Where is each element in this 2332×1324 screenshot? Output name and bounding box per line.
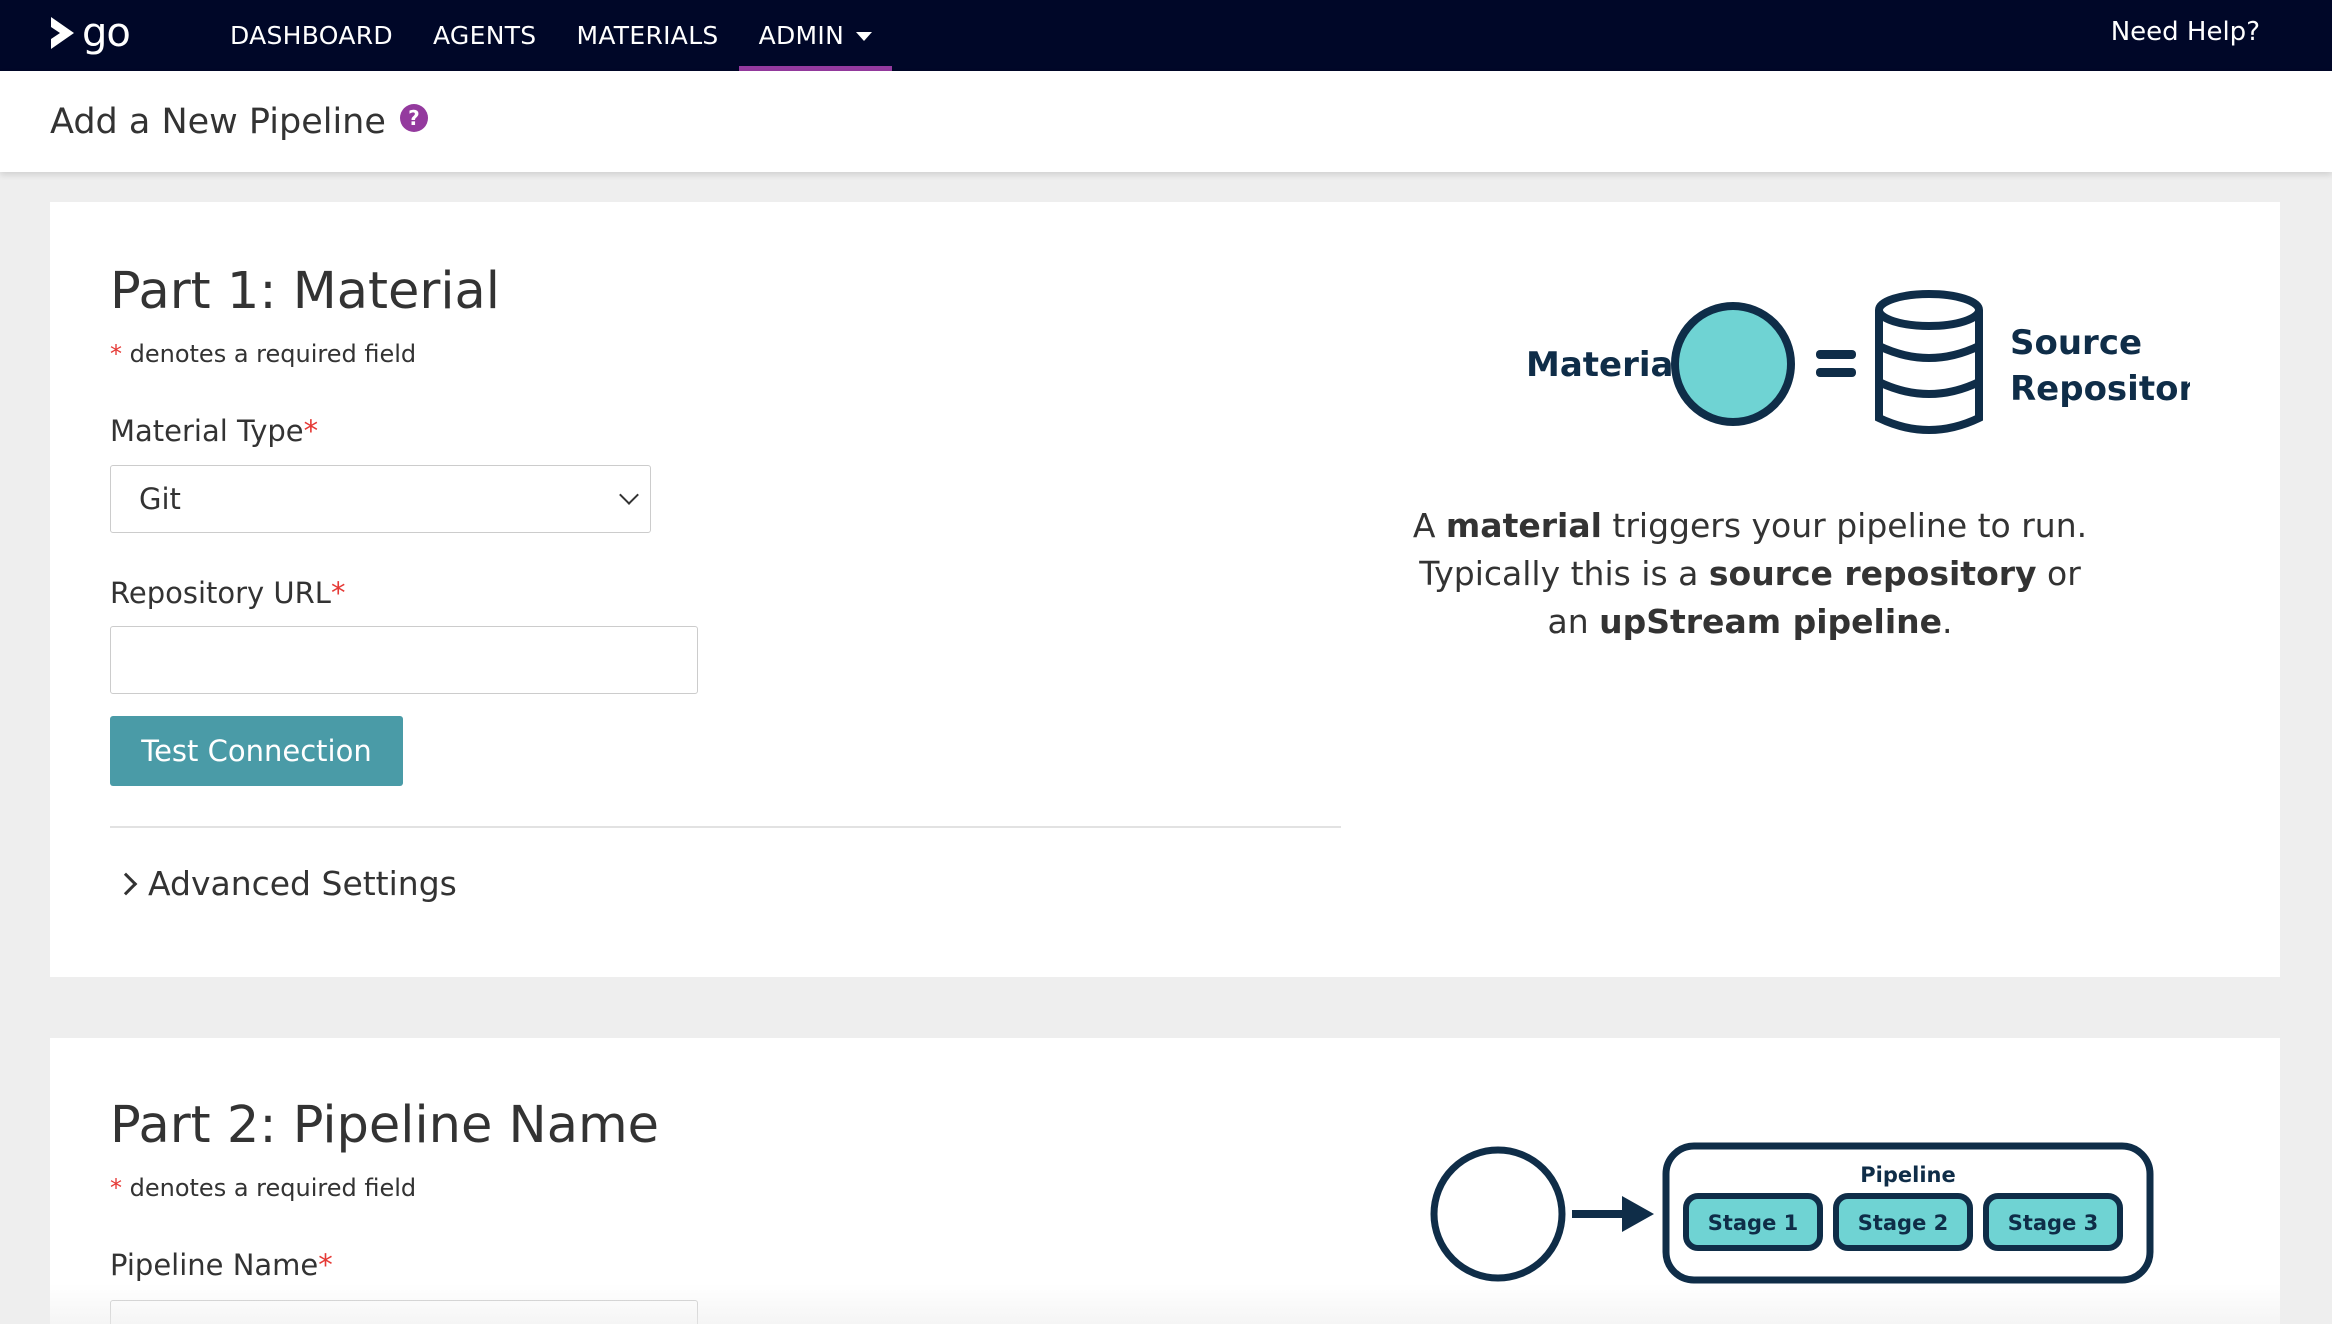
- material-description: A material triggers your pipeline to run…: [1390, 502, 2110, 646]
- required-note-text: denotes a required field: [122, 1174, 417, 1202]
- stage-label: Stage 3: [2008, 1211, 2099, 1235]
- required-note: * denotes a required field: [110, 340, 416, 368]
- text: A: [1412, 506, 1446, 545]
- question-circle-icon[interactable]: ?: [399, 103, 428, 132]
- material-panel: Part 1: Material * denotes a required fi…: [50, 202, 2280, 977]
- page-title: Add a New Pipeline: [50, 101, 386, 142]
- material-type-label: Material Type*: [110, 414, 318, 448]
- stage-label: Stage 1: [1708, 1211, 1799, 1235]
- section-title: Part 2: Pipeline Name: [110, 1096, 659, 1155]
- pipeline-name-panel: Part 2: Pipeline Name * denotes a requir…: [50, 1038, 2280, 1324]
- required-star: *: [110, 1174, 122, 1202]
- text: an: [1547, 602, 1600, 641]
- stage-1: Stage 1: [1683, 1193, 1823, 1251]
- text: triggers your pipeline to run.: [1601, 506, 2088, 545]
- required-star: *: [318, 1248, 333, 1282]
- nav-item-agents[interactable]: AGENTS: [413, 0, 556, 71]
- text: .: [1942, 602, 1953, 641]
- go-logo[interactable]: go: [48, 8, 132, 58]
- chevron-down-icon: [619, 485, 639, 505]
- pipeline-name-label: Pipeline Name*: [110, 1248, 333, 1282]
- material-illustration: Material Source Repository: [1526, 290, 2190, 434]
- nav-item-label: ADMIN: [758, 21, 845, 50]
- arrow-right-icon: [1572, 1196, 1654, 1232]
- repository-label: Repository: [2010, 369, 2190, 409]
- nav-item-label: AGENTS: [432, 21, 537, 50]
- material-circle-icon: [1671, 302, 1795, 426]
- nav-item-dashboard[interactable]: DASHBOARD: [210, 0, 413, 71]
- required-note: * denotes a required field: [110, 1174, 416, 1202]
- bold-text: upStream pipeline: [1599, 602, 1943, 641]
- text: Typically this is a: [1419, 554, 1709, 593]
- divider: [110, 826, 1341, 828]
- repository-url-input[interactable]: [110, 626, 698, 694]
- repository-url-label: Repository URL*: [110, 576, 345, 610]
- pipeline-illustration: Pipeline Stage 1 Stage 2 Stage 3: [1430, 1142, 2154, 1284]
- required-note-text: denotes a required field: [122, 340, 417, 368]
- description-line-3: an upStream pipeline.: [1390, 598, 2110, 646]
- chevron-right-icon: [114, 872, 138, 895]
- stage-label: Stage 2: [1858, 1211, 1949, 1235]
- advanced-settings-toggle[interactable]: Advanced Settings: [110, 864, 457, 903]
- source-label: Source: [2010, 323, 2142, 363]
- label-text: Repository URL: [110, 576, 331, 610]
- nav-item-materials[interactable]: MATERIALS: [556, 0, 738, 71]
- text: or: [2036, 554, 2081, 593]
- nav-menu: DASHBOARD AGENTS MATERIALS ADMIN: [210, 0, 892, 71]
- bold-text: source repository: [1708, 554, 2037, 593]
- go-logo-icon: [51, 17, 74, 49]
- stage-2: Stage 2: [1833, 1193, 1973, 1251]
- required-star: *: [330, 576, 346, 610]
- material-type-value: Git: [139, 482, 181, 516]
- pipeline-label: Pipeline: [1860, 1163, 1955, 1187]
- equals-icon: [1816, 350, 1856, 377]
- material-type-select[interactable]: Git: [110, 465, 651, 533]
- description-line-1: A material triggers your pipeline to run…: [1390, 502, 2110, 550]
- test-connection-button[interactable]: Test Connection: [110, 716, 403, 786]
- caret-down-icon: [856, 32, 873, 41]
- database-icon: [1875, 290, 1983, 434]
- material-label: Material: [1526, 345, 1685, 385]
- label-text: Pipeline Name: [110, 1248, 319, 1282]
- label-text: Material Type: [110, 414, 304, 448]
- required-star: *: [110, 340, 122, 368]
- top-navigation: go DASHBOARD AGENTS MATERIALS ADMIN Need…: [0, 0, 2332, 71]
- logo-text: go: [82, 10, 131, 56]
- nav-item-label: MATERIALS: [576, 21, 719, 50]
- description-line-2: Typically this is a source repository or: [1390, 550, 2110, 598]
- need-help-link[interactable]: Need Help?: [2111, 0, 2260, 64]
- bold-text: material: [1445, 506, 1602, 545]
- page-header: Add a New Pipeline ?: [0, 71, 2332, 172]
- section-title: Part 1: Material: [110, 262, 500, 321]
- material-circle-icon: [1430, 1146, 1566, 1282]
- nav-item-label: DASHBOARD: [230, 21, 393, 50]
- stage-3: Stage 3: [1983, 1193, 2123, 1251]
- pipeline-name-input[interactable]: [110, 1300, 698, 1324]
- required-star: *: [303, 414, 319, 448]
- nav-item-admin[interactable]: ADMIN: [738, 0, 893, 71]
- advanced-settings-label: Advanced Settings: [148, 864, 457, 903]
